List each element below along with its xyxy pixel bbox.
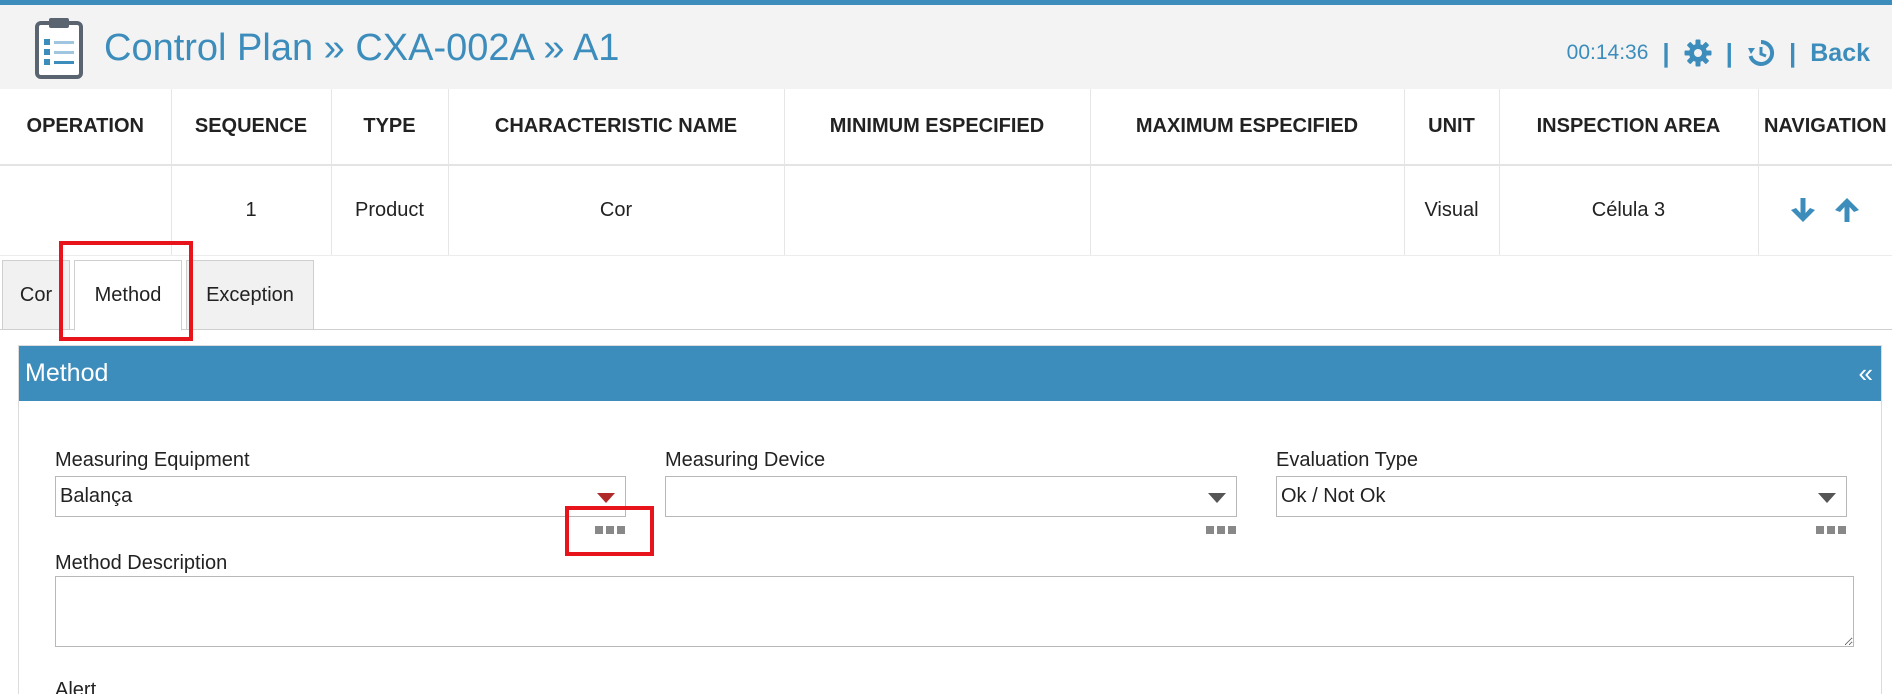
table-header-row: OPERATION SEQUENCE TYPE CHARACTERISTIC N… xyxy=(0,89,1892,166)
page-title: Control Plan » CXA-002A » A1 xyxy=(104,27,620,69)
method-description-label: Method Description xyxy=(55,552,228,574)
more-options-icon[interactable] xyxy=(1816,526,1846,536)
arrow-down-icon[interactable] xyxy=(1788,195,1818,225)
cell-inspection-area: Célula 3 xyxy=(1499,165,1759,256)
evaluation-type-value: Ok / Not Ok xyxy=(1281,485,1386,507)
back-link[interactable]: Back xyxy=(1810,39,1870,68)
column-header: UNIT xyxy=(1404,89,1500,166)
separator: | xyxy=(1725,37,1733,68)
column-header: TYPE xyxy=(331,89,449,166)
separator: | xyxy=(1788,37,1797,68)
session-timer: 00:14:36 xyxy=(1566,41,1649,64)
cell-sequence: 1 xyxy=(171,165,332,256)
separator: | xyxy=(1662,37,1670,68)
measuring-equipment-label: Measuring Equipment xyxy=(55,449,250,471)
method-description-textarea[interactable] xyxy=(55,576,1854,647)
alert-label: Alert xyxy=(55,679,97,694)
tab-bar: Cor Method Exception xyxy=(0,256,1892,331)
column-header: MINIMUM ESPECIFIED xyxy=(784,89,1091,166)
clipboard-icon xyxy=(35,18,83,79)
page-header: Control Plan » CXA-002A » A1 00:14:36 | … xyxy=(0,5,1892,89)
column-header: SEQUENCE xyxy=(171,89,332,166)
cell-characteristic-name: Cor xyxy=(448,165,785,256)
panel-header: Method « xyxy=(19,346,1881,401)
tab-method[interactable]: Method xyxy=(74,260,182,331)
tab-exception[interactable]: Exception xyxy=(186,260,314,330)
evaluation-type-label: Evaluation Type xyxy=(1276,449,1418,471)
cell-unit: Visual xyxy=(1404,165,1500,256)
measuring-equipment-value: Balança xyxy=(60,485,133,507)
chevron-down-icon xyxy=(1208,493,1226,503)
cell-minimum xyxy=(784,165,1091,256)
column-header: MAXIMUM ESPECIFIED xyxy=(1090,89,1405,166)
column-header: NAVIGATION xyxy=(1758,89,1892,166)
collapse-button[interactable]: « xyxy=(1859,358,1873,389)
cell-type: Product xyxy=(331,165,449,256)
more-options-icon[interactable] xyxy=(1206,526,1236,536)
measuring-equipment-select[interactable]: Balança xyxy=(55,476,626,517)
evaluation-type-select[interactable]: Ok / Not Ok xyxy=(1276,476,1847,517)
more-options-icon[interactable] xyxy=(595,526,625,536)
chevron-down-icon xyxy=(597,493,615,503)
characteristics-table: OPERATION SEQUENCE TYPE CHARACTERISTIC N… xyxy=(0,89,1892,256)
method-panel: Method « Measuring Equipment Balança Mea… xyxy=(18,345,1882,694)
chevron-down-icon xyxy=(1818,493,1836,503)
cell-operation xyxy=(0,165,172,256)
column-header: INSPECTION AREA xyxy=(1499,89,1759,166)
cell-maximum xyxy=(1090,165,1405,256)
column-header: CHARACTERISTIC NAME xyxy=(448,89,785,166)
tab-cor[interactable]: Cor xyxy=(2,260,70,330)
table-row: 1 Product Cor Visual Célula 3 xyxy=(0,165,1892,256)
history-icon[interactable] xyxy=(1747,39,1775,67)
header-toolbar: 00:14:36 | | | Back xyxy=(1567,35,1870,71)
arrow-up-icon[interactable] xyxy=(1832,195,1862,225)
cell-navigation xyxy=(1758,165,1892,256)
gear-icon[interactable] xyxy=(1684,39,1712,67)
panel-title: Method xyxy=(25,359,109,387)
measuring-device-select[interactable] xyxy=(665,476,1237,517)
measuring-device-label: Measuring Device xyxy=(665,449,826,471)
column-header: OPERATION xyxy=(0,89,172,166)
